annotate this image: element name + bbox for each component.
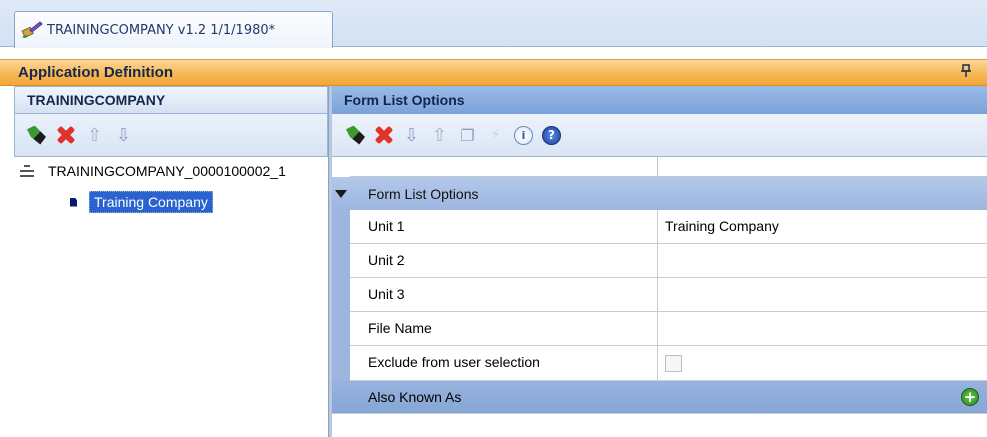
application-definition-title: Application Definition bbox=[18, 64, 173, 81]
property-row-unit-2[interactable]: Unit 2 bbox=[332, 244, 987, 278]
tree-root-label: TRAININGCOMPANY_0000100002_1 bbox=[48, 163, 286, 179]
tree-root-node[interactable]: TRAININGCOMPANY_0000100002_1 bbox=[20, 163, 286, 179]
property-name: File Name bbox=[368, 320, 432, 336]
lightning-icon[interactable] bbox=[486, 126, 505, 145]
exclude-checkbox[interactable] bbox=[665, 355, 682, 372]
add-node-icon[interactable] bbox=[27, 125, 46, 145]
tree-panel-header: TRAININGCOMPANY bbox=[14, 86, 328, 114]
paintbrush-icon bbox=[21, 20, 43, 40]
category-label: Form List Options bbox=[368, 185, 479, 202]
move-down-icon[interactable] bbox=[402, 126, 421, 145]
also-known-as-label: Also Known As bbox=[368, 389, 462, 405]
help-icon[interactable]: ? bbox=[542, 125, 561, 145]
tree-view: TRAININGCOMPANY_0000100002_1 Training Co… bbox=[14, 157, 328, 437]
info-icon[interactable]: i bbox=[514, 125, 533, 145]
copy-icon[interactable] bbox=[458, 126, 477, 145]
move-up-icon[interactable] bbox=[85, 126, 104, 145]
form-list-options-header: Form List Options bbox=[332, 86, 987, 114]
property-name: Exclude from user selection bbox=[368, 354, 540, 370]
property-name: Unit 3 bbox=[368, 286, 405, 302]
collapse-arrow-icon[interactable] bbox=[332, 189, 350, 198]
property-row-exclude-from-user-selection[interactable]: Exclude from user selection bbox=[332, 346, 987, 381]
move-up-icon[interactable] bbox=[430, 126, 449, 145]
tree-panel-title: TRAININGCOMPANY bbox=[27, 92, 166, 108]
delete-icon[interactable] bbox=[56, 126, 75, 145]
list-root-icon bbox=[20, 164, 34, 178]
pin-icon[interactable] bbox=[961, 64, 971, 82]
property-row-file-name[interactable]: File Name bbox=[332, 312, 987, 346]
grid-header-row bbox=[332, 157, 987, 177]
application-definition-header: Application Definition bbox=[0, 59, 987, 86]
also-known-as-row[interactable]: Also Known As + bbox=[332, 381, 987, 413]
properties-toolbar: i ? bbox=[332, 114, 987, 157]
document-icon bbox=[70, 197, 77, 207]
property-row-unit-3[interactable]: Unit 3 bbox=[332, 278, 987, 312]
property-name: Unit 1 bbox=[368, 218, 405, 234]
property-name: Unit 2 bbox=[368, 252, 405, 268]
delete-icon[interactable] bbox=[374, 126, 393, 145]
tree-child-node[interactable]: Training Company bbox=[70, 191, 213, 213]
add-icon[interactable] bbox=[346, 125, 365, 145]
category-row[interactable]: Form List Options bbox=[332, 177, 987, 210]
move-down-icon[interactable] bbox=[114, 126, 133, 145]
tree-child-label: Training Company bbox=[89, 191, 213, 213]
document-tab-strip: TRAININGCOMPANY v1.2 1/1/1980* bbox=[0, 0, 987, 48]
property-grid: Form List Options Unit 1 Training Compan… bbox=[332, 157, 987, 437]
property-row-unit-1[interactable]: Unit 1 Training Company bbox=[332, 210, 987, 244]
document-tab[interactable]: TRAININGCOMPANY v1.2 1/1/1980* bbox=[14, 11, 333, 48]
tree-toolbar bbox=[14, 114, 328, 157]
add-alias-icon[interactable]: + bbox=[961, 388, 979, 406]
form-list-options-title: Form List Options bbox=[344, 92, 465, 108]
document-tab-title: TRAININGCOMPANY v1.2 1/1/1980* bbox=[47, 22, 276, 38]
property-value[interactable]: Training Company bbox=[665, 210, 779, 244]
